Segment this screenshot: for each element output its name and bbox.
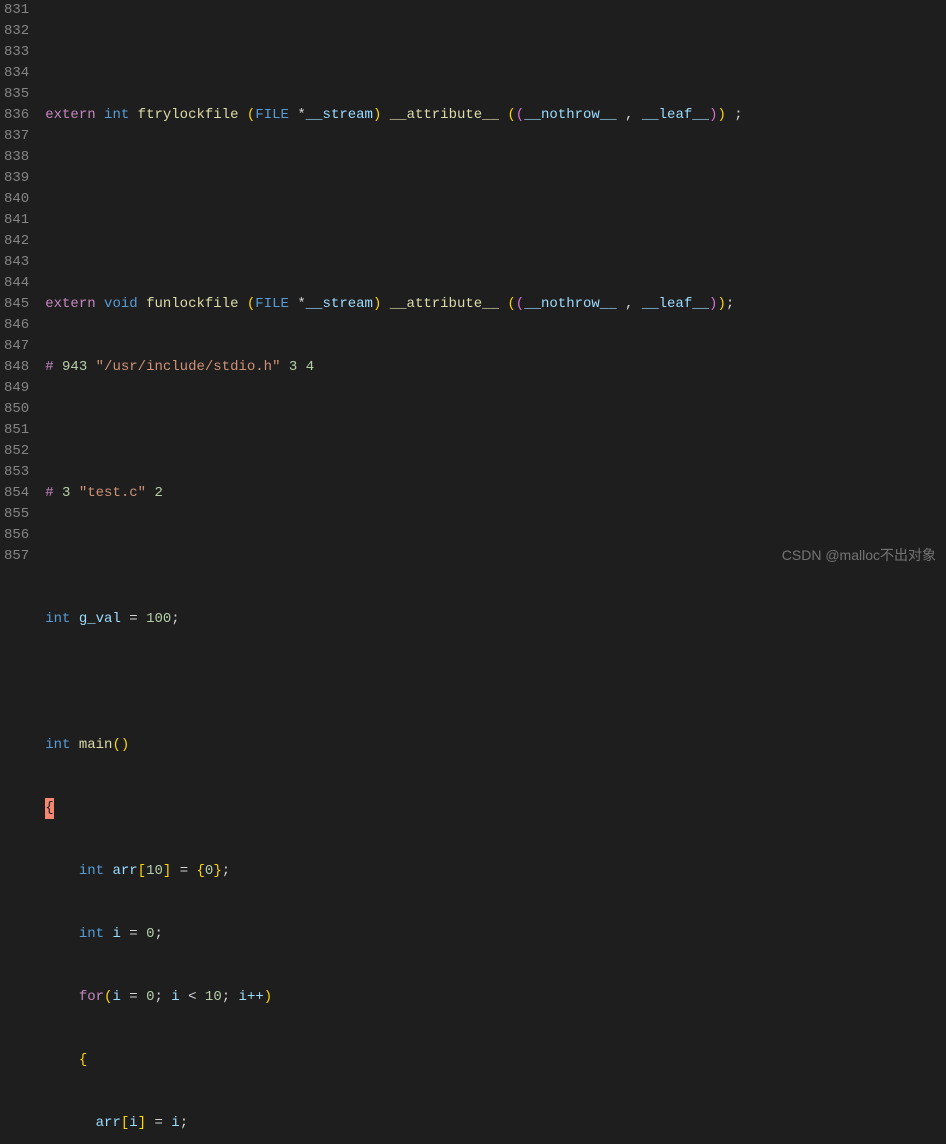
line-number: 834 (4, 63, 29, 84)
code-line (45, 168, 946, 189)
brace-highlight: { (45, 798, 53, 819)
code-line: arr[i] = i; (45, 1113, 946, 1134)
code-line (45, 42, 946, 63)
line-number: 832 (4, 21, 29, 42)
line-number: 849 (4, 378, 29, 399)
code-line (45, 672, 946, 693)
line-number: 847 (4, 336, 29, 357)
code-line: { (45, 1050, 946, 1071)
code-line: int main() (45, 735, 946, 756)
code-editor[interactable]: 8318328338348358368378388398408418428438… (0, 0, 946, 572)
line-number: 846 (4, 315, 29, 336)
line-number: 838 (4, 147, 29, 168)
line-number: 855 (4, 504, 29, 525)
code-area[interactable]: extern int ftrylockfile (FILE *__stream)… (37, 0, 946, 572)
line-number: 835 (4, 84, 29, 105)
line-number: 852 (4, 441, 29, 462)
code-line: int g_val = 100; (45, 609, 946, 630)
line-number: 831 (4, 0, 29, 21)
code-line: int arr[10] = {0}; (45, 861, 946, 882)
line-number: 856 (4, 525, 29, 546)
line-number: 843 (4, 252, 29, 273)
line-number-gutter: 8318328338348358368378388398408418428438… (0, 0, 37, 572)
line-number: 841 (4, 210, 29, 231)
line-number: 840 (4, 189, 29, 210)
line-number: 842 (4, 231, 29, 252)
line-number: 850 (4, 399, 29, 420)
code-line: # 943 "/usr/include/stdio.h" 3 4 (45, 357, 946, 378)
line-number: 851 (4, 420, 29, 441)
line-number: 854 (4, 483, 29, 504)
line-number: 845 (4, 294, 29, 315)
line-number: 844 (4, 273, 29, 294)
code-line (45, 420, 946, 441)
line-number: 857 (4, 546, 29, 567)
code-line: # 3 "test.c" 2 (45, 483, 946, 504)
code-line: for(i = 0; i < 10; i++) (45, 987, 946, 1008)
line-number: 848 (4, 357, 29, 378)
line-number: 836 (4, 105, 29, 126)
code-line: { (45, 798, 946, 819)
code-line: int i = 0; (45, 924, 946, 945)
line-number: 839 (4, 168, 29, 189)
line-number: 853 (4, 462, 29, 483)
line-number: 837 (4, 126, 29, 147)
code-line (45, 231, 946, 252)
code-line: extern void funlockfile (FILE *__stream)… (45, 294, 946, 315)
watermark: CSDN @malloc不出对象 (782, 545, 936, 566)
code-line: extern int ftrylockfile (FILE *__stream)… (45, 105, 946, 126)
line-number: 833 (4, 42, 29, 63)
